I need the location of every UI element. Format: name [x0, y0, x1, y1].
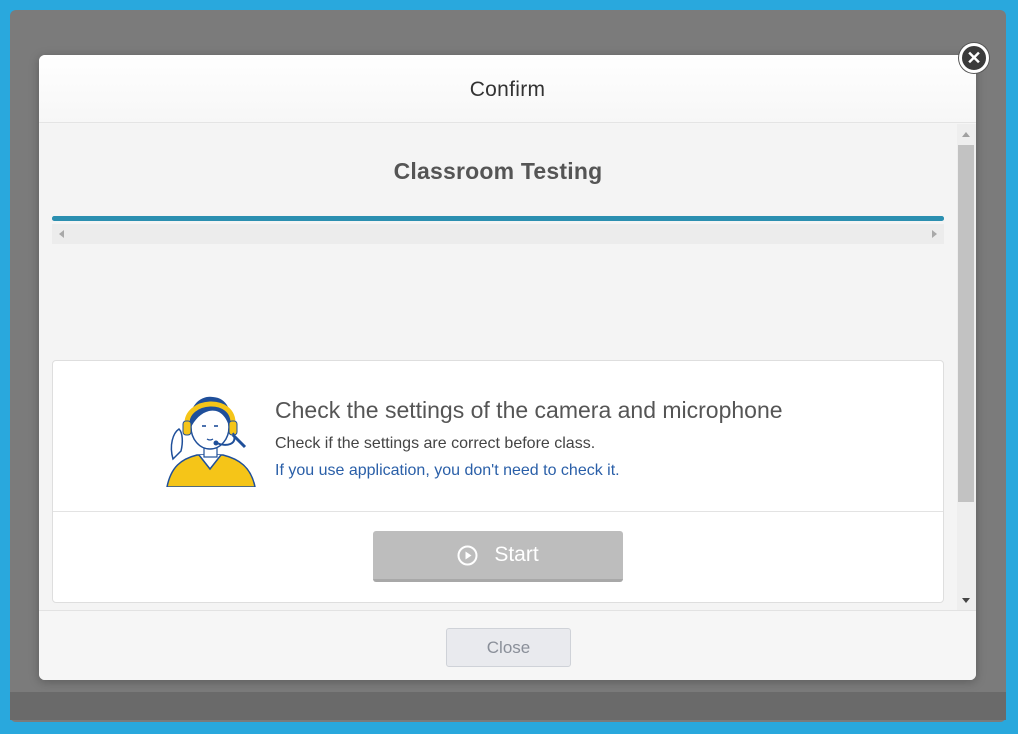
device-check-card: Check the settings of the camera and mic…: [52, 360, 944, 603]
dialog-body: Classroom Testing Check the settings of …: [39, 124, 976, 610]
headset-person-illustration: [166, 396, 256, 487]
card-subtext: Check if the settings are correct before…: [275, 435, 596, 452]
dialog-footer: Close: [39, 610, 976, 680]
close-icon[interactable]: ✕: [959, 43, 989, 73]
backdrop-footer-strip: [10, 692, 1006, 720]
scroll-left-icon[interactable]: [59, 230, 64, 238]
card-note: If you use application, you don't need t…: [275, 462, 620, 479]
scroll-right-icon[interactable]: [932, 230, 937, 238]
close-button[interactable]: Close: [446, 628, 571, 667]
vertical-scrollbar[interactable]: [957, 124, 976, 610]
dialog-title: Confirm: [469, 78, 546, 101]
scroll-up-icon[interactable]: [962, 132, 970, 137]
card-info-section: Check the settings of the camera and mic…: [53, 361, 943, 512]
confirm-dialog: Confirm Classroom Testing Check the sett…: [39, 55, 976, 680]
dialog-header: Confirm: [39, 55, 976, 123]
scroll-down-icon[interactable]: [962, 598, 970, 603]
progress-bar-fill: [52, 216, 944, 221]
start-button[interactable]: Start: [373, 531, 623, 582]
horizontal-scrollbar[interactable]: [52, 224, 944, 244]
start-button-label: Start: [494, 543, 539, 566]
scrollbar-thumb[interactable]: [958, 145, 974, 502]
section-title: Classroom Testing: [393, 158, 603, 184]
progress-bar: [52, 216, 944, 221]
play-circle-icon: [457, 545, 478, 565]
card-heading: Check the settings of the camera and mic…: [275, 397, 783, 423]
